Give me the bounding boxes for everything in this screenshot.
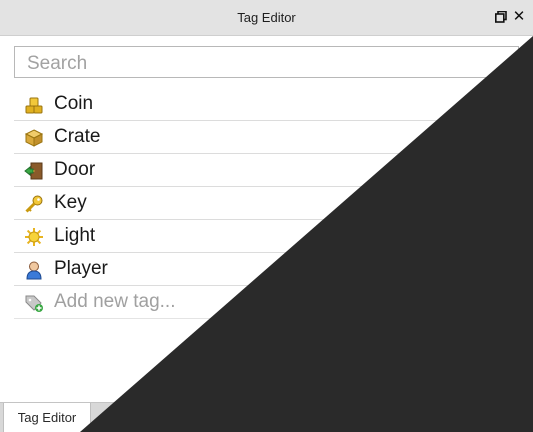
lightbulb-icon[interactable] — [491, 160, 509, 181]
title-bar: Tag Editor ✕ — [0, 0, 533, 36]
tag-row-key[interactable]: Key — [14, 187, 519, 220]
tag-row-crate[interactable]: Crate — [14, 121, 519, 154]
tag-row-light[interactable]: Light — [14, 220, 519, 253]
lightbulb-icon[interactable] — [491, 193, 509, 214]
lightbulb-icon[interactable] — [491, 226, 509, 247]
bottom-tab-bar: Tag Editor Properties Output — [0, 402, 533, 432]
tag-label: Crate — [54, 126, 101, 147]
search-input[interactable]: Search — [14, 46, 519, 78]
tag-label: Player — [54, 258, 108, 279]
add-tag-label: Add new tag... — [54, 291, 176, 312]
add-new-tag-row[interactable]: Add new tag... — [14, 286, 519, 319]
key-icon — [25, 195, 43, 213]
coin-icon — [25, 97, 43, 114]
lightbulb-icon[interactable] — [491, 127, 509, 148]
sun-icon — [25, 228, 43, 246]
door-icon — [24, 162, 43, 180]
add-tag-icon — [25, 295, 43, 312]
tag-label: Light — [54, 225, 96, 246]
window-title: Tag Editor — [237, 10, 296, 25]
close-icon[interactable]: ✕ — [511, 9, 527, 25]
tag-row-door[interactable]: Door — [14, 154, 519, 187]
crate-icon — [24, 129, 44, 147]
tag-editor-panel: Search Coin Crate Door Key Light Player … — [0, 36, 533, 402]
restore-icon[interactable] — [493, 9, 509, 25]
tag-row-coin[interactable]: Coin — [14, 88, 519, 121]
gear-icon[interactable] — [466, 260, 485, 279]
tab-output[interactable]: Output — [188, 403, 260, 432]
lightbulb-icon[interactable] — [491, 94, 509, 115]
gear-icon[interactable] — [466, 194, 485, 213]
tag-label: Coin — [54, 93, 94, 114]
player-icon — [26, 261, 42, 280]
tab-properties[interactable]: Properties — [92, 403, 187, 432]
tab-tag-editor[interactable]: Tag Editor — [3, 403, 91, 432]
gear-icon[interactable] — [466, 161, 485, 180]
gear-icon[interactable] — [466, 128, 485, 147]
search-placeholder: Search — [27, 53, 88, 74]
gear-icon[interactable] — [466, 227, 485, 246]
gear-icon[interactable] — [466, 95, 485, 114]
lightbulb-icon[interactable] — [491, 259, 509, 280]
tag-label: Key — [54, 192, 87, 213]
tag-row-player[interactable]: Player — [14, 253, 519, 286]
tag-label: Door — [54, 159, 96, 180]
